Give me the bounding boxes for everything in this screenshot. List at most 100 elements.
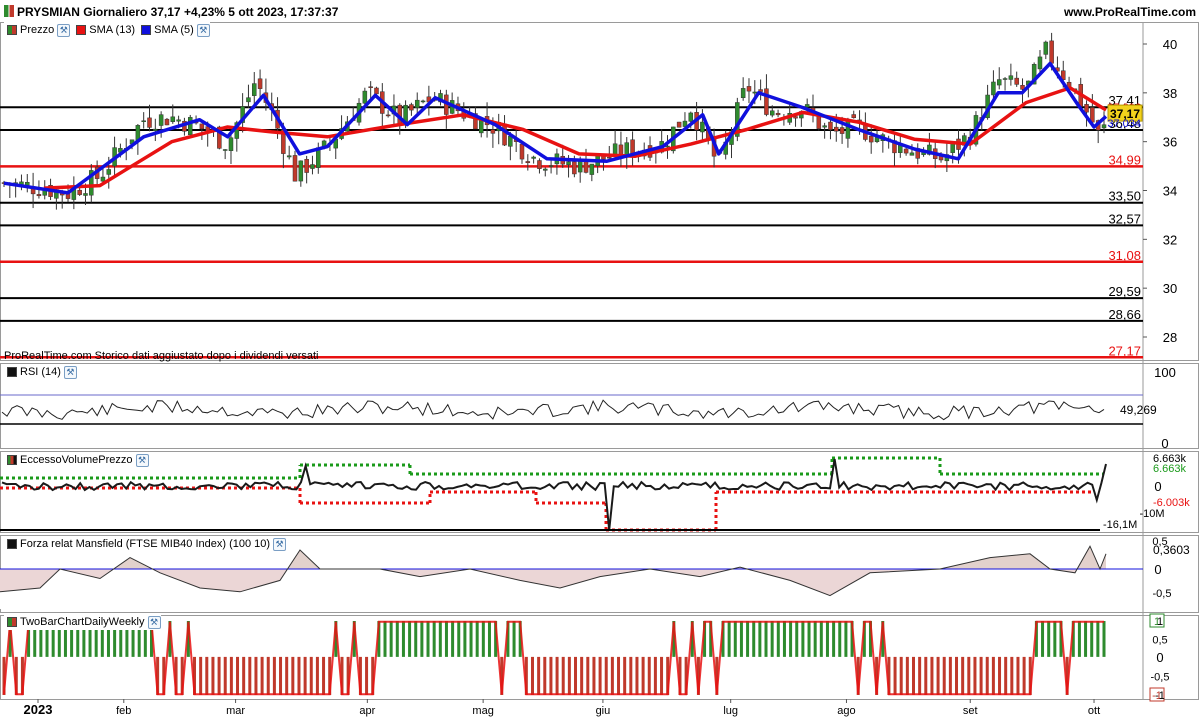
wrench-icon[interactable]: ⚒	[273, 537, 287, 551]
twobar-bar	[739, 621, 743, 657]
wrench-icon[interactable]: ⚒	[135, 453, 149, 467]
twobar-panel[interactable]: 1 -1	[2, 613, 1165, 702]
candle-body	[286, 155, 292, 158]
twobar-bar	[1016, 656, 1020, 695]
twobar-bar	[942, 656, 946, 695]
candle-body	[589, 163, 595, 175]
candle-body	[740, 88, 746, 99]
twobar-bar	[1041, 621, 1045, 657]
indicator-swatch-icon	[7, 367, 17, 377]
twobar-bar	[549, 656, 553, 695]
twobar-bar	[770, 621, 774, 657]
twobar-bar	[838, 621, 842, 657]
candle-body	[700, 121, 705, 133]
twobar-legend[interactable]: TwoBarChartDailyWeekly ⚒	[4, 614, 161, 630]
twobar-bar	[1084, 621, 1088, 657]
twobar-bar	[414, 621, 418, 657]
twobar-bar	[776, 621, 780, 657]
twobar-bar	[973, 656, 977, 695]
candle-body	[991, 81, 996, 96]
rsi-value-label: 49,269	[1120, 403, 1157, 417]
twobar-bar	[1004, 656, 1008, 695]
twobar-bar	[782, 621, 786, 657]
indicator-swatch-icon	[7, 539, 17, 549]
twobar-bar	[617, 656, 621, 695]
candle-body	[531, 156, 536, 159]
x-tick-label: ott	[1088, 705, 1100, 717]
twobar-bar	[217, 656, 221, 695]
candle-body	[1084, 104, 1089, 113]
candle-body	[839, 127, 845, 134]
price-tick-label: 32	[1163, 232, 1177, 247]
legend-evp: EccessoVolumePrezzo	[20, 454, 133, 466]
website-label[interactable]: www.ProRealTime.com	[1064, 3, 1196, 21]
twobar-tick-label: 0,5	[1152, 635, 1167, 647]
candle-body	[292, 155, 298, 182]
twobar-bar	[825, 621, 829, 657]
price-panel[interactable]: 37,4136,4834,9933,5032,5731,0829,5928,66…	[0, 32, 1143, 359]
twobar-bar	[229, 656, 233, 695]
candle-body	[764, 88, 769, 115]
candle-body	[688, 112, 694, 122]
candle-body	[83, 193, 88, 196]
evp-line	[1, 458, 1107, 531]
twobar-bar	[807, 621, 811, 657]
twobar-bar	[647, 656, 651, 695]
twobar-bar	[948, 656, 952, 695]
candle-body	[36, 194, 42, 197]
twobar-bar	[408, 621, 412, 657]
candle-body	[1008, 75, 1014, 80]
twobar-bar	[574, 656, 578, 695]
price-legend[interactable]: Prezzo ⚒ SMA (13) SMA (5) ⚒	[4, 22, 210, 38]
candle-body	[612, 143, 618, 155]
sma5-value-label: 37,034	[1107, 118, 1141, 130]
evp-panel[interactable]: 6.663k6.663k-6.003k-16,1M	[0, 453, 1190, 532]
candle-body	[252, 83, 257, 96]
level-label: 27,17	[1108, 343, 1141, 358]
twobar-bar	[365, 656, 369, 695]
candle-body	[909, 152, 915, 156]
candle-body	[199, 123, 205, 130]
mansfield-legend[interactable]: Forza relat Mansfield (FTSE MIB40 Index)…	[4, 536, 287, 552]
twobar-bar	[918, 656, 922, 695]
x-tick-label: feb	[116, 705, 131, 717]
twobar-bar	[653, 656, 657, 695]
twobar-bar	[641, 656, 645, 695]
twobar-bar	[205, 656, 209, 695]
twobar-bar	[1090, 621, 1094, 657]
candle-body	[170, 116, 176, 122]
twobar-bar	[555, 656, 559, 695]
evp-min-label: -16,1M	[1103, 519, 1137, 531]
rsi-panel[interactable]: 49,269	[0, 394, 1157, 425]
level-label: 32,57	[1108, 211, 1141, 226]
mansfield-tick-label: 0,5	[1152, 536, 1167, 548]
twobar-bar	[260, 656, 264, 695]
level-label: 34,99	[1108, 152, 1141, 167]
evp-upper-label: 6.663k	[1153, 463, 1187, 475]
candle-body	[828, 121, 833, 130]
twobar-bar	[930, 656, 934, 695]
candle-body	[851, 114, 856, 119]
wrench-icon[interactable]: ⚒	[63, 365, 77, 379]
candle-body	[775, 112, 781, 116]
evp-legend[interactable]: EccessoVolumePrezzo ⚒	[4, 452, 149, 468]
twobar-bar	[291, 656, 295, 695]
candle-body	[298, 160, 304, 182]
twobar-bar	[457, 621, 461, 657]
twobar-bar	[309, 656, 313, 695]
rsi-legend[interactable]: RSI (14) ⚒	[4, 364, 77, 380]
wrench-icon[interactable]: ⚒	[196, 23, 210, 37]
twobar-bar	[242, 656, 246, 695]
twobar-tick-label: -0,5	[1151, 672, 1170, 684]
twobar-bar	[451, 621, 455, 657]
wrench-icon[interactable]: ⚒	[57, 23, 71, 37]
indicator-swatch-icon	[7, 455, 17, 465]
twobar-bar	[1096, 621, 1100, 657]
level-label: 31,08	[1108, 248, 1141, 263]
candle-body	[362, 90, 368, 104]
candle-body	[752, 91, 758, 94]
twobar-bar	[758, 621, 762, 657]
wrench-icon[interactable]: ⚒	[147, 615, 161, 629]
x-tick-label: 2023	[24, 702, 53, 717]
twobar-bar	[236, 656, 240, 695]
